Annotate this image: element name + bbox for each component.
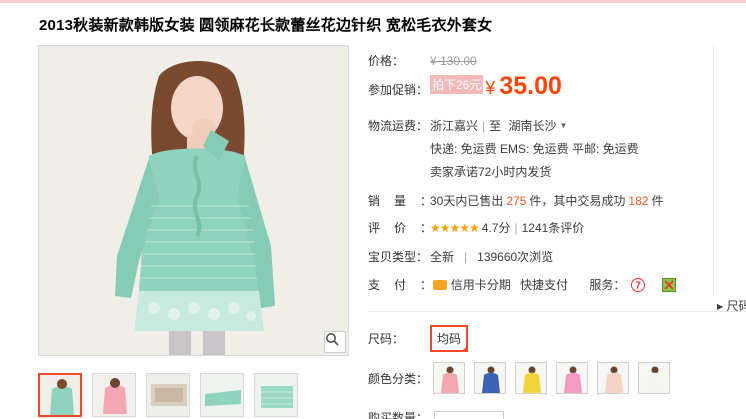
divider: | (514, 221, 518, 235)
sales-suffix: 件 (651, 194, 664, 208)
rating-row: 评价：★★★★★ 4.7分 | 1241条评价 (368, 219, 584, 236)
color-swatch-6[interactable] (638, 362, 671, 394)
rating-label: 评价： (368, 221, 447, 235)
review-count-link[interactable]: 1241条评价 (522, 221, 585, 235)
quick-pay[interactable]: 快捷支付 (520, 278, 568, 292)
size-label: 尺码： (368, 332, 405, 346)
ship-to: 湖南长沙 (508, 119, 557, 133)
price-label: 价格： (368, 54, 405, 68)
sales-mid: 件，其中交易成功 (529, 194, 626, 208)
rating-score: 4.7分 (481, 221, 511, 235)
sales-prefix: 30天内已售出 (430, 194, 504, 208)
promo-tag-text: 拍下26元 (432, 78, 482, 92)
guarantee-icon[interactable] (662, 278, 677, 292)
currency-symbol: ¥ (485, 78, 496, 98)
promo-tag: 拍下26元 (430, 75, 484, 94)
credit-card-icon (433, 280, 448, 290)
item-type-label: 宝贝类型： (368, 250, 429, 264)
quantity-label: 购买数量： (368, 411, 429, 419)
promo-price: 35.00 (499, 72, 562, 100)
color-swatch-4[interactable] (556, 362, 589, 394)
shipping-row: 物流运费： 浙江嘉兴 | 至 湖南长沙 ▼ (368, 117, 567, 134)
product-title: 2013秋装新款韩版女装 圆领麻花长款蕾丝花边针织 宽松毛衣外套女 (39, 17, 493, 34)
thumbnail-5[interactable] (254, 373, 298, 417)
original-price: ¥ 130.00 (430, 54, 477, 68)
sales-label: 销量： (368, 194, 447, 208)
color-swatch-list (433, 362, 671, 394)
shipping-fees: 快递: 免运费 EMS: 免运费 平邮: 免运费 (430, 142, 639, 156)
thumbnail-2[interactable] (92, 373, 136, 417)
product-main-image[interactable] (38, 45, 349, 356)
model-photo (39, 46, 348, 355)
ship-from: 浙江嘉兴 (430, 119, 479, 133)
quantity-input[interactable] (434, 410, 504, 419)
size-row: 尺码： 均码 (368, 325, 469, 352)
divider: | (482, 119, 486, 133)
service-label: 服务： (589, 278, 626, 292)
view-count: 139660次浏览 (477, 250, 554, 264)
thumbnail-1[interactable] (38, 373, 82, 417)
divider: | (464, 250, 468, 264)
seven-day-return-icon[interactable]: 7 (630, 278, 645, 292)
color-swatch-5[interactable] (597, 362, 630, 394)
sold-count: 275 (506, 194, 527, 208)
color-row: 颜色分类： (368, 362, 671, 394)
star-rating: ★★★★★ (430, 221, 480, 235)
color-swatch-1[interactable] (433, 362, 466, 394)
shipping-promise: 卖家承诺72小时内发货 (430, 165, 552, 179)
zoom-button[interactable] (324, 331, 346, 353)
thumbnail-3[interactable] (146, 373, 190, 417)
condition: 全新 (430, 250, 455, 264)
column-divider (713, 45, 714, 295)
credit-installment[interactable]: 信用卡分期 (451, 278, 511, 292)
color-label: 颜色分类： (368, 371, 429, 386)
section-divider (368, 311, 746, 312)
size-option-one-size[interactable]: 均码 (430, 325, 469, 352)
ship-to-selector[interactable]: 湖南长沙 ▼ (509, 119, 568, 133)
item-type-row: 宝贝类型： 全新 | 139660次浏览 (368, 248, 553, 265)
payment-label: 支付： (368, 278, 447, 292)
price-row: 价格： ¥ 130.00 (368, 52, 477, 69)
promo-label: 参加促销： (368, 83, 429, 97)
success-count: 182 (628, 194, 649, 208)
quantity-row: 购买数量： (368, 409, 504, 419)
thumbnail-strip (38, 373, 298, 419)
ship-to-prefix: 至 (489, 119, 502, 133)
chevron-down-icon: ▼ (559, 121, 568, 130)
color-swatch-3[interactable] (515, 362, 548, 394)
promo-row: 参加促销： 拍下26元 ¥35.00 (368, 72, 562, 101)
top-border (0, 0, 746, 3)
shipping-label: 物流运费： (368, 119, 429, 133)
thumbnail-4[interactable] (200, 373, 244, 417)
sales-row: 销量：30天内已售出 275 件，其中交易成功 182 件 (368, 192, 663, 209)
svg-text:7: 7 (635, 281, 641, 292)
payment-row: 支付： 信用卡分期 快捷支付 服务： 7 (368, 276, 677, 293)
play-icon: ▶ (717, 302, 724, 311)
color-swatch-2[interactable] (474, 362, 507, 394)
